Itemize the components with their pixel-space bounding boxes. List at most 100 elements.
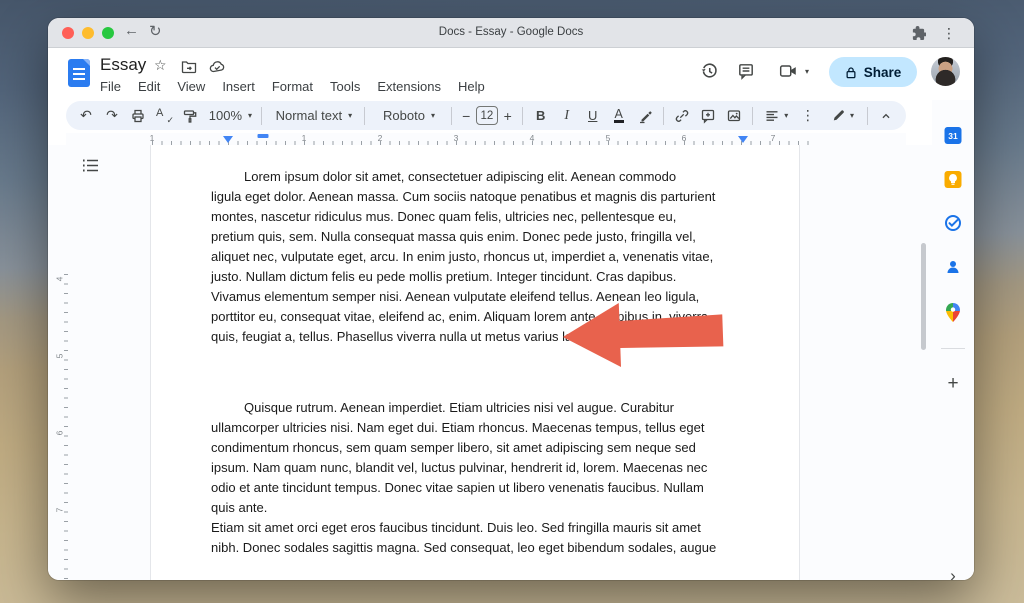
add-comment-icon[interactable]: [696, 104, 720, 128]
insert-image-icon[interactable]: [722, 104, 746, 128]
video-call-caret-icon[interactable]: ▾: [800, 57, 814, 85]
text-line: Etiam sit amet orci eget eros faucibus t…: [211, 518, 747, 538]
ruler-number: 5: [54, 354, 64, 359]
text-line: quis ante.: [211, 498, 747, 518]
keep-icon[interactable]: [945, 171, 962, 188]
ruler-number: 1: [150, 133, 155, 143]
italic-button[interactable]: I: [555, 104, 579, 128]
maps-icon[interactable]: [946, 303, 960, 322]
paint-format-icon[interactable]: [178, 104, 202, 128]
highlight-color-icon[interactable]: [633, 104, 657, 128]
vertical-ruler[interactable]: 4 5 6 7 8 9: [58, 272, 68, 580]
tasks-icon[interactable]: [944, 214, 962, 232]
horizontal-ruler[interactable]: 1 1 2 3 4 5 6 7: [66, 133, 906, 145]
text-color-button[interactable]: A: [607, 104, 631, 128]
align-left-icon: [764, 108, 780, 124]
text-line: ligula eget dolor. Aenean massa. Cum soc…: [211, 187, 747, 207]
first-line-indent-marker[interactable]: [258, 134, 269, 138]
ruler-number: 1: [302, 133, 307, 143]
ruler-number: 2: [378, 133, 383, 143]
menu-help[interactable]: Help: [458, 79, 485, 94]
expand-panel-chevron-icon[interactable]: ›: [950, 566, 956, 580]
cloud-saved-icon[interactable]: [209, 60, 226, 74]
panel-divider: [941, 348, 965, 349]
font-select[interactable]: Roboto ▾: [371, 104, 445, 128]
red-pointer-arrow: [562, 297, 726, 375]
text-line: odio et ante tincidunt tempus. Donec vit…: [211, 478, 747, 498]
docs-header: Essay ☆ File Edit View Insert Format Too…: [48, 48, 974, 100]
lock-icon: [845, 66, 857, 79]
move-folder-icon[interactable]: [181, 60, 197, 74]
text-line: Lorem ipsum dolor sit amet, consectetuer…: [211, 167, 747, 187]
paragraph-2[interactable]: Quisque rutrum. Aenean imperdiet. Etiam …: [211, 398, 747, 558]
text-line: nibh. Donec sodales sagittis magna. Sed …: [211, 538, 747, 558]
ruler-number: 4: [54, 277, 64, 282]
collapse-menus-chevron-icon[interactable]: [874, 104, 898, 128]
underline-button[interactable]: U: [581, 104, 605, 128]
text-line: montes, nascetur ridiculus mus. Donec qu…: [211, 207, 747, 227]
align-select[interactable]: ▾: [759, 104, 794, 128]
google-docs-logo-icon[interactable]: [68, 59, 90, 87]
right-indent-marker[interactable]: [738, 136, 748, 143]
text-line: quis, feugiat a, tellus. Phasellus viver…: [211, 329, 606, 344]
text-line: pretium quis, sem. Nulla consequat massa…: [211, 227, 747, 247]
browser-menu-kebab-icon[interactable]: ⋮: [942, 25, 956, 42]
meet-video-call-icon[interactable]: [774, 57, 802, 85]
menu-extensions[interactable]: Extensions: [377, 79, 441, 94]
text-line: condimentum rhoncus, sem quam semper lib…: [211, 438, 747, 458]
ruler-number: 6: [682, 133, 687, 143]
left-indent-marker[interactable]: [223, 136, 233, 143]
text-line: aliquet nec, vulputate eget, arcu. In en…: [211, 247, 747, 267]
ruler-number: 3: [454, 133, 459, 143]
font-size-input[interactable]: 12: [476, 106, 498, 125]
more-options-kebab-icon[interactable]: ⋮: [796, 104, 820, 128]
paragraph-style-select[interactable]: Normal text ▾: [268, 104, 358, 128]
google-side-panel: 31 + ›: [932, 100, 974, 580]
document-canvas: 4 5 6 7 8 9 Lorem ipsum dolor sit amet, …: [48, 145, 974, 580]
menu-tools[interactable]: Tools: [330, 79, 360, 94]
redo-icon[interactable]: ↷: [100, 104, 124, 128]
titlebar: ← ↻ Docs - Essay - Google Docs ⋮: [48, 18, 974, 48]
increase-font-size-icon[interactable]: +: [500, 104, 516, 128]
account-avatar[interactable]: [931, 57, 960, 86]
menu-insert[interactable]: Insert: [222, 79, 255, 94]
bold-button[interactable]: B: [529, 104, 553, 128]
ruler-ticks: [64, 274, 68, 580]
decrease-font-size-icon[interactable]: −: [458, 104, 474, 128]
toolbar: ↶ ↷ A ✓ 100% ▾ Normal text ▾ Roboto ▾ − …: [66, 101, 906, 130]
vertical-scrollbar[interactable]: [921, 243, 926, 350]
document-title[interactable]: Essay: [100, 55, 146, 75]
undo-icon[interactable]: ↶: [74, 104, 98, 128]
version-history-icon[interactable]: [695, 57, 723, 85]
text-line: Quisque rutrum. Aenean imperdiet. Etiam …: [211, 398, 747, 418]
browser-window: ← ↻ Docs - Essay - Google Docs ⋮ Essay ☆…: [48, 18, 974, 580]
contacts-icon[interactable]: [945, 259, 961, 275]
extensions-puzzle-icon[interactable]: [911, 25, 926, 40]
menu-edit[interactable]: Edit: [138, 79, 160, 94]
menu-view[interactable]: View: [177, 79, 205, 94]
spellcheck-icon[interactable]: A ✓: [152, 104, 176, 128]
pen-icon: [831, 108, 846, 123]
menu-format[interactable]: Format: [272, 79, 313, 94]
ruler-number: 5: [606, 133, 611, 143]
editing-mode-select[interactable]: ▾: [824, 104, 861, 128]
text-line: ullamcorper ultricies nisi. Nam eget dui…: [211, 418, 747, 438]
ruler-number: 6: [54, 431, 64, 436]
add-addon-button[interactable]: +: [947, 376, 958, 392]
document-outline-icon[interactable]: [81, 157, 101, 175]
menu-file[interactable]: File: [100, 79, 121, 94]
menu-bar: File Edit View Insert Format Tools Exten…: [100, 79, 485, 94]
print-icon[interactable]: [126, 104, 150, 128]
star-icon[interactable]: ☆: [154, 57, 167, 74]
comment-history-icon[interactable]: [732, 57, 760, 85]
ruler-number: 7: [771, 133, 776, 143]
calendar-icon[interactable]: 31: [945, 127, 962, 144]
text-line: justo. Nullam dictum felis eu pede molli…: [211, 267, 747, 287]
share-button[interactable]: Share: [829, 57, 917, 87]
ruler-number: 4: [530, 133, 535, 143]
zoom-select[interactable]: 100% ▾: [204, 104, 255, 128]
insert-link-icon[interactable]: [670, 104, 694, 128]
ruler-number: 7: [54, 508, 64, 513]
text-line: ipsum. Nam quam nunc, blandit vel, luctu…: [211, 458, 747, 478]
share-label: Share: [864, 65, 902, 80]
